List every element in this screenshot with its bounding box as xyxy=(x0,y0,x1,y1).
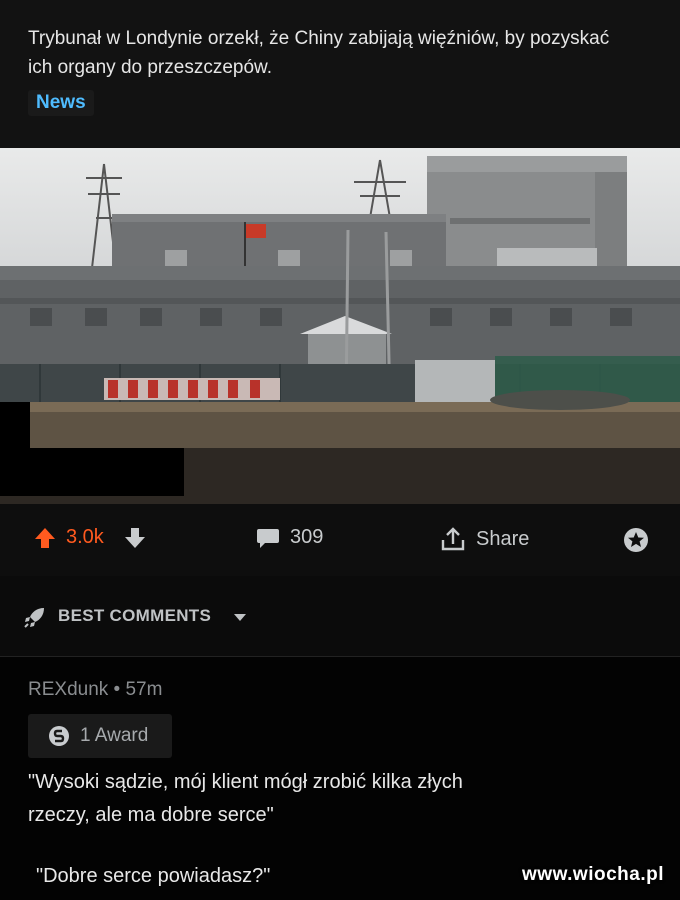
share-icon xyxy=(441,527,465,551)
post-header: Trybunał w Londynie orzekł, że Chiny zab… xyxy=(0,0,680,148)
upvote-arrow-icon[interactable] xyxy=(34,527,56,549)
chevron-down-icon[interactable] xyxy=(233,613,247,623)
comments-button[interactable]: 309 xyxy=(256,526,323,549)
comment-bubble-icon xyxy=(257,528,279,548)
silver-award-icon xyxy=(49,726,69,746)
censor-box xyxy=(0,448,184,496)
award-label: 1 Award xyxy=(80,725,149,746)
vote-count: 3.0k xyxy=(66,526,104,548)
downvote-arrow-icon[interactable] xyxy=(124,527,146,549)
watermark: www.wiocha.pl xyxy=(522,864,664,885)
share-button[interactable]: Share xyxy=(440,526,529,552)
comment-count: 309 xyxy=(290,526,324,548)
comment-author-meta[interactable]: REXdunk • 57m xyxy=(28,679,162,701)
comment-sort-bar[interactable]: BEST COMMENTS xyxy=(0,576,680,657)
share-label: Share xyxy=(476,527,530,550)
post-title[interactable]: Trybunał w Londynie orzekł, że Chiny zab… xyxy=(28,24,628,82)
news-flair[interactable]: News xyxy=(28,90,94,116)
prison-photo xyxy=(0,148,680,504)
award-button[interactable] xyxy=(622,526,650,554)
vote-group: 3.0k xyxy=(34,526,146,549)
rocket-icon xyxy=(24,608,44,628)
award-icon xyxy=(624,528,648,552)
award-badge[interactable]: 1 Award xyxy=(28,714,172,758)
post-action-bar: 3.0k 309 Share xyxy=(0,504,680,576)
comment-text-line: rzeczy, ale ma dobre serce" xyxy=(28,804,274,826)
post-image[interactable] xyxy=(0,148,680,504)
comment-text-line: "Wysoki sądzie, mój klient mógł zrobić k… xyxy=(28,771,463,793)
sort-label[interactable]: BEST COMMENTS xyxy=(58,606,211,626)
